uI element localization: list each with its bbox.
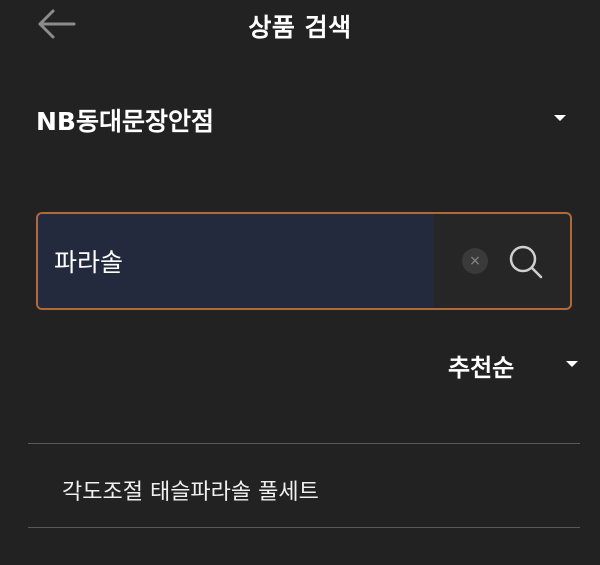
- caret-down-icon: [554, 115, 566, 121]
- caret-down-icon: [566, 361, 578, 367]
- result-item[interactable]: 각도조절 태슬파라솔 풀세트: [28, 444, 580, 528]
- sort-label: 추천순: [448, 354, 515, 382]
- sort-selector[interactable]: 추천순: [440, 346, 580, 386]
- store-selector[interactable]: NB동대문장안점: [36, 98, 570, 142]
- clear-x-icon: ×: [469, 253, 481, 269]
- page-title: 상품 검색: [248, 13, 352, 42]
- magnifier-icon: [509, 245, 543, 279]
- search-box: ×: [36, 212, 572, 310]
- search-button[interactable]: [506, 242, 546, 282]
- store-name: NB동대문장안점: [36, 107, 214, 136]
- clear-button[interactable]: ×: [462, 248, 488, 274]
- header: 상품 검색: [0, 0, 600, 56]
- divider: [28, 527, 580, 528]
- result-label: 각도조절 태슬파라솔 풀세트: [62, 480, 319, 505]
- search-input-area: [38, 214, 434, 308]
- product-search-screen: 상품 검색 NB동대문장안점 × 추천순 각도조절 태슬파라솔 풀세트: [0, 0, 600, 565]
- search-input[interactable]: [54, 214, 424, 308]
